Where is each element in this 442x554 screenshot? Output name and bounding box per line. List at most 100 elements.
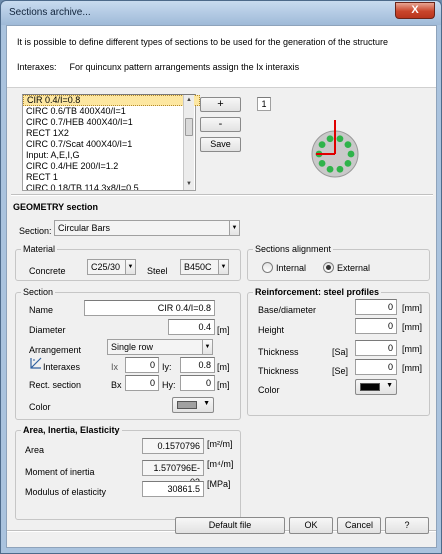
- cancel-button[interactable]: Cancel: [337, 517, 381, 534]
- scroll-up-icon[interactable]: ▲: [184, 95, 194, 105]
- section-color-label: Color: [29, 402, 51, 412]
- interaxes-label: Interaxes: [43, 362, 81, 372]
- list-item[interactable]: CIR 0.4/I=0.8: [23, 95, 200, 106]
- section-preview: [311, 120, 359, 178]
- interaxes-icon: [30, 357, 42, 369]
- chevron-down-icon: ▼: [203, 400, 210, 407]
- scroll-down-icon[interactable]: ▼: [184, 179, 194, 189]
- height-unit: [mm]: [402, 322, 422, 332]
- bx-label: Bx: [111, 380, 122, 390]
- arrangement-select[interactable]: Single row ▼: [107, 339, 214, 355]
- add-section-button[interactable]: +: [200, 97, 241, 112]
- external-label: External: [337, 263, 371, 273]
- base-unit: [mm]: [402, 303, 422, 313]
- ok-button[interactable]: OK: [289, 517, 333, 534]
- dialog-body: It is possible to define different types…: [6, 25, 437, 548]
- scroll-thumb[interactable]: [185, 118, 193, 136]
- se-tag: [Se]: [332, 366, 349, 376]
- list-item[interactable]: CIRC 0.18/TB 114.3x8/I=0.5: [23, 183, 200, 190]
- list-item[interactable]: Input: A,E,I,G: [23, 150, 200, 161]
- name-input[interactable]: CIR 0.4/I=0.8: [84, 300, 215, 316]
- geometry-heading: GEOMETRY section: [13, 202, 99, 212]
- preview-bar: [318, 160, 326, 167]
- list-item[interactable]: CIRC 0.4/HE 200/I=1.2: [23, 161, 200, 172]
- bx-input[interactable]: 0: [125, 375, 159, 391]
- list-item[interactable]: CIRC 0.6/TB 400X40/I=1: [23, 106, 200, 117]
- alignment-title: Sections alignment: [253, 244, 334, 254]
- section-type-select[interactable]: Circular Bars ▼: [54, 220, 242, 236]
- reinforcement-color-swatch: [360, 383, 380, 391]
- hy-input[interactable]: 0: [180, 375, 215, 391]
- material-title: Material: [21, 244, 58, 254]
- list-item[interactable]: CIRC 0.7/HEB 400X40/I=1: [23, 117, 200, 128]
- interaxes-info-label: Interaxes:: [17, 62, 57, 72]
- default-file-button[interactable]: Default file: [175, 517, 285, 534]
- preview-bar: [318, 141, 326, 148]
- thickness-se-label: Thickness: [258, 366, 299, 376]
- help-button[interactable]: ?: [385, 517, 429, 534]
- base-input[interactable]: 0: [355, 299, 397, 315]
- iy-input[interactable]: 0.8: [180, 357, 215, 373]
- concrete-label: Concrete: [29, 266, 66, 276]
- thickness-sa-label: Thickness: [258, 347, 299, 357]
- chevron-down-icon[interactable]: ▼: [125, 259, 136, 275]
- interaxes-unit: [m]: [217, 362, 230, 372]
- elasticity-input[interactable]: 30861.5: [142, 481, 204, 497]
- base-label: Base/diameter: [258, 305, 317, 315]
- diameter-unit: [m]: [217, 325, 230, 335]
- preview-bar: [326, 135, 334, 143]
- se-unit: [mm]: [402, 363, 422, 373]
- height-input[interactable]: 0: [355, 318, 397, 334]
- sections-archive-window: Sections archive... X It is possible to …: [0, 0, 442, 554]
- preview-bar: [336, 135, 344, 143]
- internal-label: Internal: [276, 263, 307, 273]
- section-color-picker[interactable]: ▼: [172, 397, 214, 413]
- list-item[interactable]: CIRC 0.7/Scat 400X40/I=1: [23, 139, 200, 150]
- area-label: Area: [25, 445, 45, 455]
- height-label: Height: [258, 325, 285, 335]
- ix-label: Ix: [111, 362, 119, 372]
- hy-label: Hy:: [162, 380, 176, 390]
- steel-value: B450C: [180, 259, 219, 275]
- preview-bar: [344, 160, 352, 167]
- diameter-input[interactable]: 0.4: [168, 319, 215, 335]
- elasticity-unit: [MPa]: [207, 479, 231, 489]
- reinforcement-title: Reinforcement: steel profiles: [253, 287, 382, 297]
- inertia-label: Moment of inertia: [25, 467, 95, 477]
- section-list[interactable]: CIR 0.4/I=0.8 CIRC 0.6/TB 400X40/I=1 CIRC …: [23, 95, 200, 190]
- remove-section-button[interactable]: -: [200, 117, 241, 132]
- save-section-button[interactable]: Save: [200, 137, 241, 152]
- title-bar[interactable]: Sections archive... X: [1, 1, 441, 25]
- chevron-down-icon[interactable]: ▼: [229, 220, 240, 236]
- arrangement-label: Arrangement: [29, 345, 82, 355]
- separator: [11, 194, 433, 196]
- inertia-value: 1.570796E-03: [142, 460, 204, 487]
- section-type-label: Section:: [19, 226, 52, 236]
- internal-radio[interactable]: [262, 262, 273, 273]
- list-item[interactable]: RECT 1: [23, 172, 200, 183]
- steel-select[interactable]: B450C ▼: [180, 259, 230, 275]
- sa-input[interactable]: 0: [355, 340, 397, 356]
- rect-unit: [m]: [217, 380, 230, 390]
- se-input[interactable]: 0: [355, 359, 397, 375]
- diameter-label: Diameter: [29, 325, 66, 335]
- external-radio[interactable]: [323, 262, 334, 273]
- list-item[interactable]: RECT 1X2: [23, 128, 200, 139]
- reinforcement-color-picker[interactable]: ▼: [355, 379, 397, 395]
- concrete-select[interactable]: C25/30 ▼: [87, 259, 137, 275]
- close-button[interactable]: X: [395, 2, 435, 19]
- elasticity-label: Modulus of elasticity: [25, 487, 107, 497]
- info-text: It is possible to define different types…: [17, 37, 389, 47]
- iy-label: Iy:: [162, 362, 172, 372]
- preview-bar: [336, 165, 344, 173]
- chevron-down-icon[interactable]: ▼: [218, 259, 229, 275]
- interaxes-info-text: For quincunx pattern arrangements assign…: [69, 62, 300, 72]
- chevron-down-icon[interactable]: ▼: [202, 339, 213, 355]
- section-color-swatch: [177, 401, 197, 409]
- section-list-scrollbar[interactable]: ▲ ▼: [183, 95, 194, 190]
- window-title: Sections archive...: [9, 7, 91, 18]
- ix-input[interactable]: 0: [125, 357, 159, 373]
- preview-bar: [347, 150, 355, 158]
- section-count: 1: [257, 97, 271, 111]
- sa-unit: [mm]: [402, 344, 422, 354]
